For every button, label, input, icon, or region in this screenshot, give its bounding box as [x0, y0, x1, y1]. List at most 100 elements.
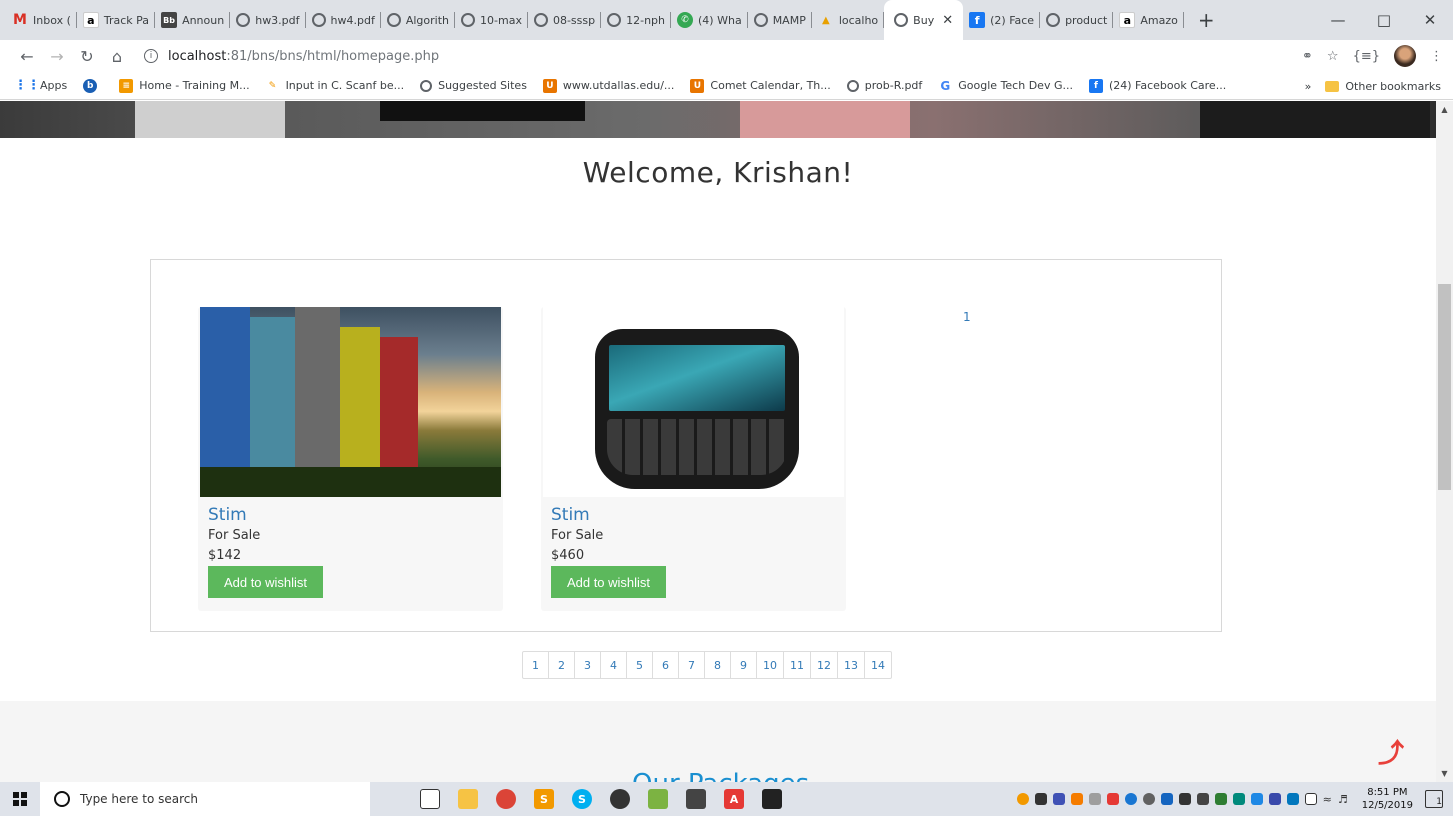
- reload-icon[interactable]: ↻: [74, 47, 100, 66]
- bookmark-item[interactable]: ⋮⋮ Apps: [14, 78, 67, 93]
- browser-tab[interactable]: a Amazo: [1113, 0, 1184, 40]
- tab-close-icon[interactable]: ✕: [942, 13, 953, 28]
- battery-icon[interactable]: [1304, 793, 1317, 805]
- chrome-icon[interactable]: [496, 789, 516, 809]
- tray-app-icon[interactable]: [1088, 793, 1101, 805]
- bookmark-item[interactable]: Suggested Sites: [420, 79, 527, 92]
- terminal-icon[interactable]: [686, 789, 706, 809]
- bookmark-item[interactable]: ≡ Home - Training M...: [119, 78, 250, 93]
- browser-tab[interactable]: M Inbox (: [6, 0, 77, 40]
- page-link[interactable]: 12: [811, 652, 838, 678]
- browser-tab[interactable]: Bb Announ: [155, 0, 231, 40]
- site-info-icon[interactable]: i: [144, 49, 158, 63]
- menu-kebab-icon[interactable]: ⋮: [1430, 49, 1443, 64]
- tray-app-icon[interactable]: [1106, 793, 1119, 805]
- browser-tab[interactable]: 08-sssp: [528, 0, 602, 40]
- page-link[interactable]: 2: [549, 652, 575, 678]
- taskbar-clock[interactable]: 8:51 PM 12/5/2019: [1362, 786, 1413, 812]
- extension-icon[interactable]: {≡}: [1353, 49, 1380, 64]
- minimize-icon[interactable]: —: [1315, 11, 1361, 29]
- page-link[interactable]: 14: [865, 652, 891, 678]
- key-icon[interactable]: ⚭: [1302, 49, 1313, 64]
- tray-app-icon[interactable]: [1142, 793, 1155, 805]
- browser-tab[interactable]: ▲ localho: [812, 0, 885, 40]
- taskbar-search[interactable]: Type here to search: [40, 782, 370, 816]
- product-image-phone[interactable]: [543, 307, 844, 497]
- bluetooth-icon[interactable]: [1250, 793, 1263, 805]
- grid-page-link[interactable]: 1: [963, 310, 971, 324]
- other-bookmarks-button[interactable]: Other bookmarks: [1325, 80, 1441, 93]
- page-link[interactable]: 13: [838, 652, 865, 678]
- product-title[interactable]: Stim: [551, 505, 590, 525]
- page-link[interactable]: 3: [575, 652, 601, 678]
- tray-app-icon[interactable]: [1052, 793, 1065, 805]
- bookmark-item[interactable]: Uwww.utdallas.edu/...: [542, 78, 674, 93]
- tray-app-icon[interactable]: [1124, 793, 1137, 805]
- close-window-icon[interactable]: ✕: [1407, 11, 1453, 29]
- photos-icon[interactable]: [762, 789, 782, 809]
- sublime-text-icon[interactable]: S: [534, 789, 554, 809]
- browser-tab[interactable]: ✆ (4) Wha: [671, 0, 748, 40]
- scroll-to-top-icon[interactable]: ⤴: [1378, 733, 1404, 770]
- volume-icon[interactable]: ♬: [1338, 793, 1348, 806]
- browser-tab[interactable]: 10-max: [455, 0, 528, 40]
- browser-tab[interactable]: 12-nph: [601, 0, 672, 40]
- page-link[interactable]: 6: [653, 652, 679, 678]
- acrobat-icon[interactable]: A: [724, 789, 744, 809]
- bookmark-item[interactable]: prob-R.pdf: [846, 79, 922, 92]
- tab-active[interactable]: Buy ✕: [884, 0, 964, 40]
- wifi-icon[interactable]: ≈: [1323, 793, 1332, 806]
- tray-app-icon[interactable]: [1196, 793, 1209, 805]
- add-to-wishlist-button[interactable]: Add to wishlist: [208, 566, 323, 598]
- page-link[interactable]: 8: [705, 652, 731, 678]
- browser-tab[interactable]: hw4.pdf: [306, 0, 381, 40]
- tray-app-icon[interactable]: [1160, 793, 1173, 805]
- page-link[interactable]: 5: [627, 652, 653, 678]
- bookmark-item[interactable]: ✎ Input in C. Scanf be...: [266, 79, 404, 93]
- browser-tab[interactable]: f (2) Face: [963, 0, 1041, 40]
- product-image-houses[interactable]: [200, 307, 501, 497]
- task-view-icon[interactable]: [420, 789, 440, 809]
- product-title[interactable]: Stim: [208, 505, 247, 525]
- file-explorer-icon[interactable]: [458, 789, 478, 809]
- action-center-icon[interactable]: 1: [1425, 790, 1443, 808]
- forward-icon[interactable]: →: [44, 47, 70, 66]
- tray-app-icon[interactable]: [1232, 793, 1245, 805]
- home-icon[interactable]: ⌂: [104, 47, 130, 66]
- tray-app-icon[interactable]: [1016, 793, 1029, 805]
- browser-tab[interactable]: a Track Pa: [77, 0, 156, 40]
- page-link[interactable]: 4: [601, 652, 627, 678]
- scroll-up-arrow-icon[interactable]: ▲: [1436, 101, 1453, 118]
- start-button[interactable]: [0, 782, 40, 816]
- bookmark-item[interactable]: b: [83, 78, 103, 93]
- tray-app-icon[interactable]: [1214, 793, 1227, 805]
- add-to-wishlist-button[interactable]: Add to wishlist: [551, 566, 666, 598]
- bookmark-item[interactable]: U Comet Calendar, Th...: [690, 78, 831, 93]
- browser-tab[interactable]: product: [1040, 0, 1114, 40]
- bookmark-item[interactable]: f (24) Facebook Care...: [1088, 78, 1226, 93]
- scroll-down-arrow-icon[interactable]: ▼: [1436, 765, 1453, 782]
- tray-app-icon[interactable]: [1268, 793, 1281, 805]
- tray-app-icon[interactable]: [1070, 793, 1083, 805]
- browser-tab[interactable]: hw3.pdf: [230, 0, 306, 40]
- scrollbar-thumb[interactable]: [1438, 284, 1451, 490]
- page-link[interactable]: 7: [679, 652, 705, 678]
- page-scrollbar[interactable]: ▲ ▼: [1436, 101, 1453, 782]
- bookmark-item[interactable]: G Google Tech Dev G...: [938, 79, 1073, 93]
- back-icon[interactable]: ←: [14, 47, 40, 66]
- page-link[interactable]: 11: [784, 652, 811, 678]
- bookmark-star-icon[interactable]: ☆: [1327, 49, 1339, 64]
- new-tab-button[interactable]: +: [1190, 8, 1223, 32]
- notepad-icon[interactable]: [648, 789, 668, 809]
- tray-app-icon[interactable]: [1178, 793, 1191, 805]
- browser-tab[interactable]: MAMP: [748, 0, 812, 40]
- profile-avatar[interactable]: [1394, 45, 1416, 67]
- maximize-icon[interactable]: □: [1361, 11, 1407, 29]
- browser-tab[interactable]: Algorith: [381, 0, 456, 40]
- tray-app-icon[interactable]: [1034, 793, 1047, 805]
- skype-icon[interactable]: S: [572, 789, 592, 809]
- address-bar[interactable]: i localhost:81/bns/bns/html/homepage.php: [144, 42, 1264, 70]
- page-link[interactable]: 10: [757, 652, 784, 678]
- page-link[interactable]: 9: [731, 652, 757, 678]
- bookmarks-overflow-button[interactable]: »: [1305, 80, 1312, 93]
